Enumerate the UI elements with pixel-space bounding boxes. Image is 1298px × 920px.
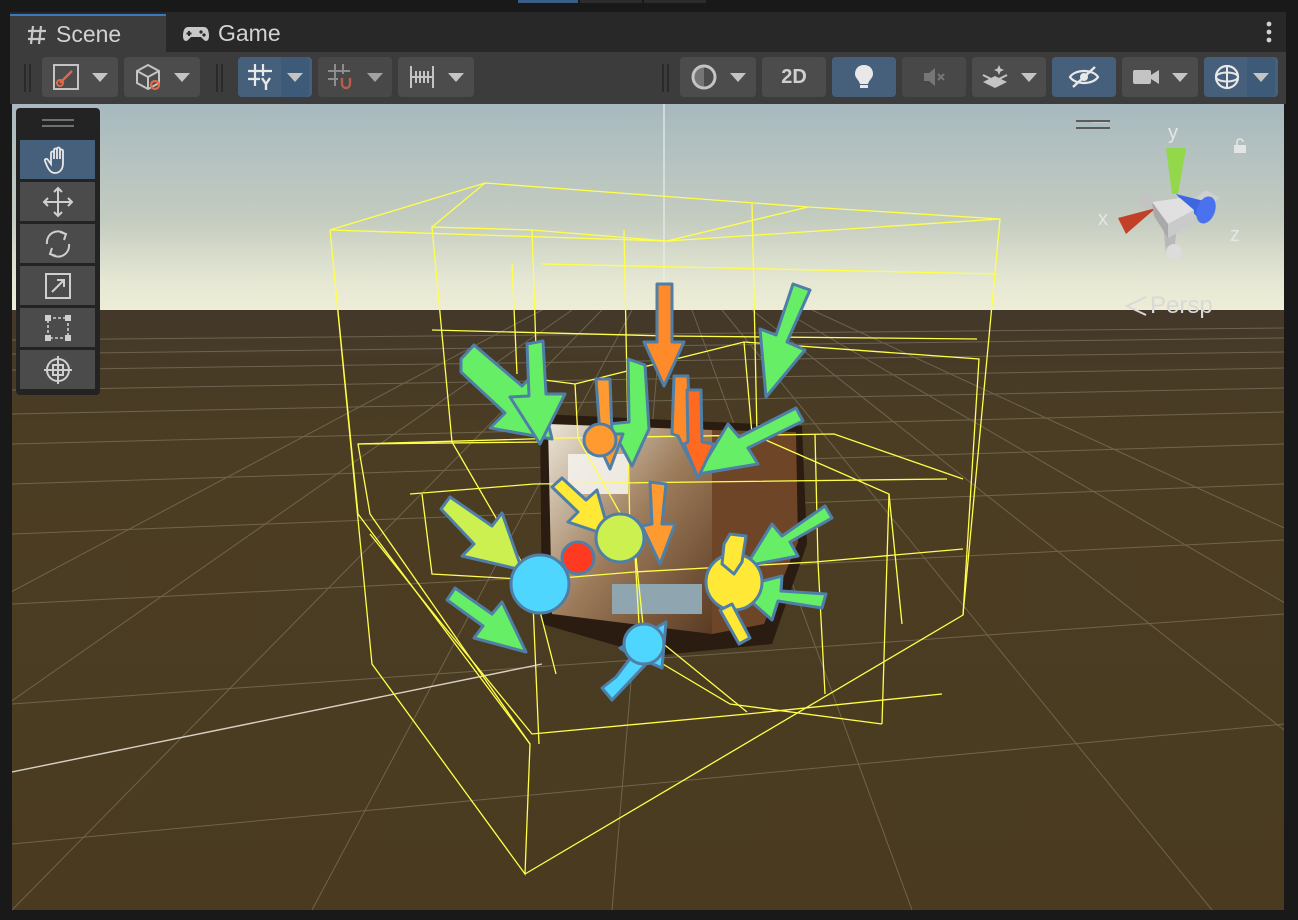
increment-snap-icon [328, 64, 352, 90]
gizmos-dropdown[interactable] [1204, 57, 1278, 97]
scale-tool-icon [44, 272, 71, 299]
move-tool-icon [42, 186, 73, 217]
window-top-strip [0, 0, 1298, 12]
audio-mute-icon [924, 68, 945, 86]
toolbar-grip [216, 64, 218, 92]
ruler-icon [410, 66, 434, 88]
transform-tool-button[interactable] [20, 350, 95, 389]
z-axis-label: z [1230, 224, 1240, 246]
tool-palette [16, 108, 100, 395]
tab-scene[interactable]: Scene [10, 14, 166, 53]
tab-label: Scene [56, 21, 122, 47]
visibility-toggle-button[interactable] [1052, 57, 1116, 97]
increment-snap-dropdown[interactable] [318, 57, 392, 97]
window-bottom-edge [0, 910, 1298, 920]
scale-tool-button[interactable] [20, 266, 95, 305]
rect-tool-icon [44, 314, 71, 341]
gizmos-icon [1214, 64, 1240, 90]
lighting-toggle-button[interactable] [832, 57, 896, 97]
gamepad-icon [183, 26, 209, 41]
tab-game[interactable]: Game [166, 15, 297, 52]
hand-tool-icon [43, 146, 64, 174]
top-tab-indicator [580, 0, 642, 3]
y-axis-label: y [1168, 122, 1178, 144]
lighting-icon [855, 65, 873, 88]
more-options-icon[interactable] [1266, 20, 1272, 44]
grid-snap-icon [248, 64, 272, 90]
rect-tool-button[interactable] [20, 308, 95, 347]
ruler-dropdown[interactable] [398, 57, 474, 97]
effects-icon [982, 65, 1008, 88]
palette-grip-icon[interactable] [42, 119, 74, 127]
transform-tool-icon [43, 355, 72, 384]
draw-mode-dropdown[interactable] [124, 57, 200, 97]
grid-snap-dropdown[interactable] [238, 57, 312, 97]
render-mode-icon [691, 64, 717, 90]
render-mode-dropdown[interactable] [680, 57, 756, 97]
toolbar-grip [662, 64, 664, 92]
draw-mode-icon [136, 63, 161, 91]
rotate-tool-icon [45, 229, 70, 258]
toolbar-grip [667, 64, 669, 92]
camera-dropdown[interactable] [1122, 57, 1198, 97]
rotate-tool-button[interactable] [20, 224, 95, 263]
toolbar-grip [221, 64, 223, 92]
top-tab-indicator [518, 0, 578, 3]
toolbar-grip [24, 64, 26, 92]
tool-handle-dropdown[interactable] [42, 57, 118, 97]
x-axis-label: x [1098, 208, 1108, 230]
tool-handle-icon [53, 64, 79, 90]
camera-icon [1133, 70, 1159, 84]
2d-toggle-button[interactable]: 2D [762, 57, 826, 97]
lock-icon[interactable] [1233, 138, 1247, 154]
top-tab-indicator [644, 0, 706, 3]
toolbar-grip [29, 64, 31, 92]
move-tool-button[interactable] [20, 182, 95, 221]
projection-label: Persp [1150, 292, 1213, 319]
gizmo-grip-icon[interactable] [1076, 120, 1110, 130]
projection-toggle[interactable]: Persp [1124, 292, 1213, 320]
audio-toggle-button[interactable] [902, 57, 966, 97]
window-tab-bar: Scene Game [10, 12, 1286, 53]
hand-tool-button[interactable] [20, 140, 95, 179]
effects-dropdown[interactable] [972, 57, 1046, 97]
tab-label: Game [218, 20, 281, 46]
2d-label: 2D [781, 65, 807, 88]
visibility-icon [1068, 66, 1100, 88]
chevron-left-icon [1124, 296, 1147, 316]
scene-toolbar: 2D [10, 52, 1286, 104]
hash-icon [28, 25, 46, 44]
